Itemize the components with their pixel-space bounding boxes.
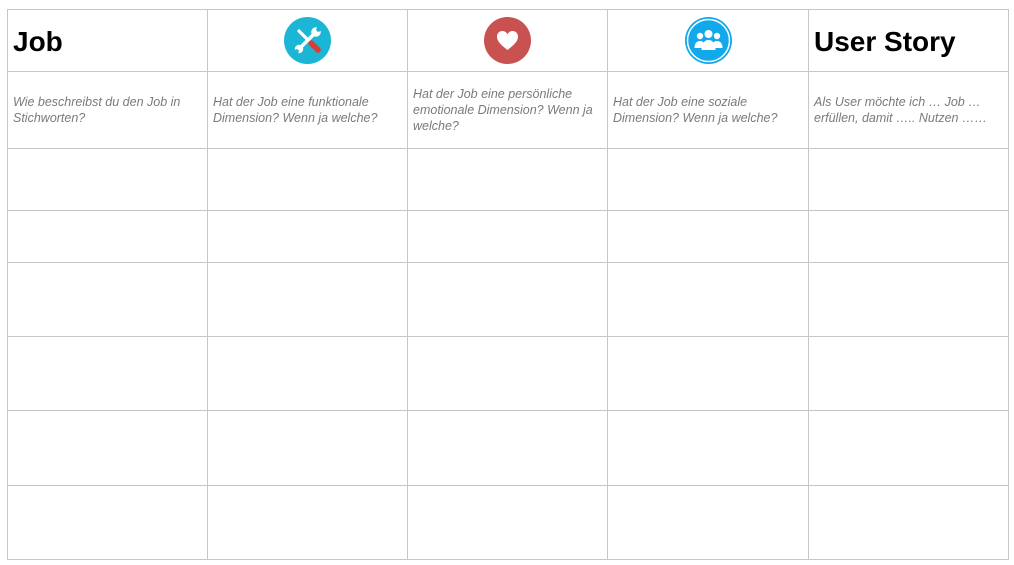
social-input-cell[interactable] xyxy=(607,148,809,211)
social-input-cell[interactable] xyxy=(607,410,809,486)
table-row xyxy=(7,410,1009,486)
user-story-input-cell[interactable] xyxy=(808,336,1009,411)
functional-input-cell[interactable] xyxy=(207,485,408,560)
social-input-cell[interactable] xyxy=(607,262,809,337)
functional-input-cell[interactable] xyxy=(207,336,408,411)
emotional-question-text: Hat der Job eine persönliche emotionale … xyxy=(413,87,593,133)
functional-input-cell[interactable] xyxy=(207,262,408,337)
job-input-cell[interactable] xyxy=(7,148,208,211)
header-row: Job User Story xyxy=(7,9,1009,72)
emotional-input-cell[interactable] xyxy=(407,410,608,486)
job-input-cell[interactable] xyxy=(7,410,208,486)
functional-header xyxy=(207,9,408,72)
table-row xyxy=(7,148,1009,211)
job-header: Job xyxy=(7,9,208,72)
job-input-cell[interactable] xyxy=(7,336,208,411)
table-row xyxy=(7,485,1009,560)
heart-icon xyxy=(484,17,531,64)
functional-input-cell[interactable] xyxy=(207,148,408,211)
social-question-text: Hat der Job eine soziale Dimension? Wenn… xyxy=(613,95,778,125)
emotional-header xyxy=(407,9,608,72)
job-input-cell[interactable] xyxy=(7,485,208,560)
job-question-text: Wie beschreibst du den Job in Stichworte… xyxy=(13,95,181,125)
user-story-input-cell[interactable] xyxy=(808,148,1009,211)
user-story-input-cell[interactable] xyxy=(808,485,1009,560)
emotional-input-cell[interactable] xyxy=(407,148,608,211)
user-story-input-cell[interactable] xyxy=(808,262,1009,337)
emotional-input-cell[interactable] xyxy=(407,210,608,263)
table-row xyxy=(7,210,1009,263)
functional-question-text: Hat der Job eine funktionale Dimension? … xyxy=(213,95,378,125)
social-header xyxy=(607,9,809,72)
functional-input-cell[interactable] xyxy=(207,410,408,486)
job-question: Wie beschreibst du den Job in Stichworte… xyxy=(7,71,208,149)
tools-icon xyxy=(284,17,331,64)
table-row xyxy=(7,262,1009,337)
functional-input-cell[interactable] xyxy=(207,210,408,263)
social-input-cell[interactable] xyxy=(607,336,809,411)
functional-question: Hat der Job eine funktionale Dimension? … xyxy=(207,71,408,149)
emotional-input-cell[interactable] xyxy=(407,485,608,560)
user-story-header: User Story xyxy=(808,9,1009,72)
emotional-question: Hat der Job eine persönliche emotionale … xyxy=(407,71,608,149)
job-input-cell[interactable] xyxy=(7,262,208,337)
user-story-question: Als User möchte ich … Job … erfüllen, da… xyxy=(808,71,1009,149)
user-story-input-cell[interactable] xyxy=(808,210,1009,263)
question-row: Wie beschreibst du den Job in Stichworte… xyxy=(7,71,1009,149)
emotional-input-cell[interactable] xyxy=(407,336,608,411)
user-story-input-cell[interactable] xyxy=(808,410,1009,486)
social-question: Hat der Job eine soziale Dimension? Wenn… xyxy=(607,71,809,149)
social-input-cell[interactable] xyxy=(607,485,809,560)
user-story-question-text: Als User möchte ich … Job … erfüllen, da… xyxy=(814,95,987,125)
job-input-cell[interactable] xyxy=(7,210,208,263)
job-canvas-table: Job User Story Wie beschreibst du den Jo… xyxy=(7,9,1009,560)
group-icon xyxy=(684,17,732,64)
emotional-input-cell[interactable] xyxy=(407,262,608,337)
table-row xyxy=(7,336,1009,411)
social-input-cell[interactable] xyxy=(607,210,809,263)
